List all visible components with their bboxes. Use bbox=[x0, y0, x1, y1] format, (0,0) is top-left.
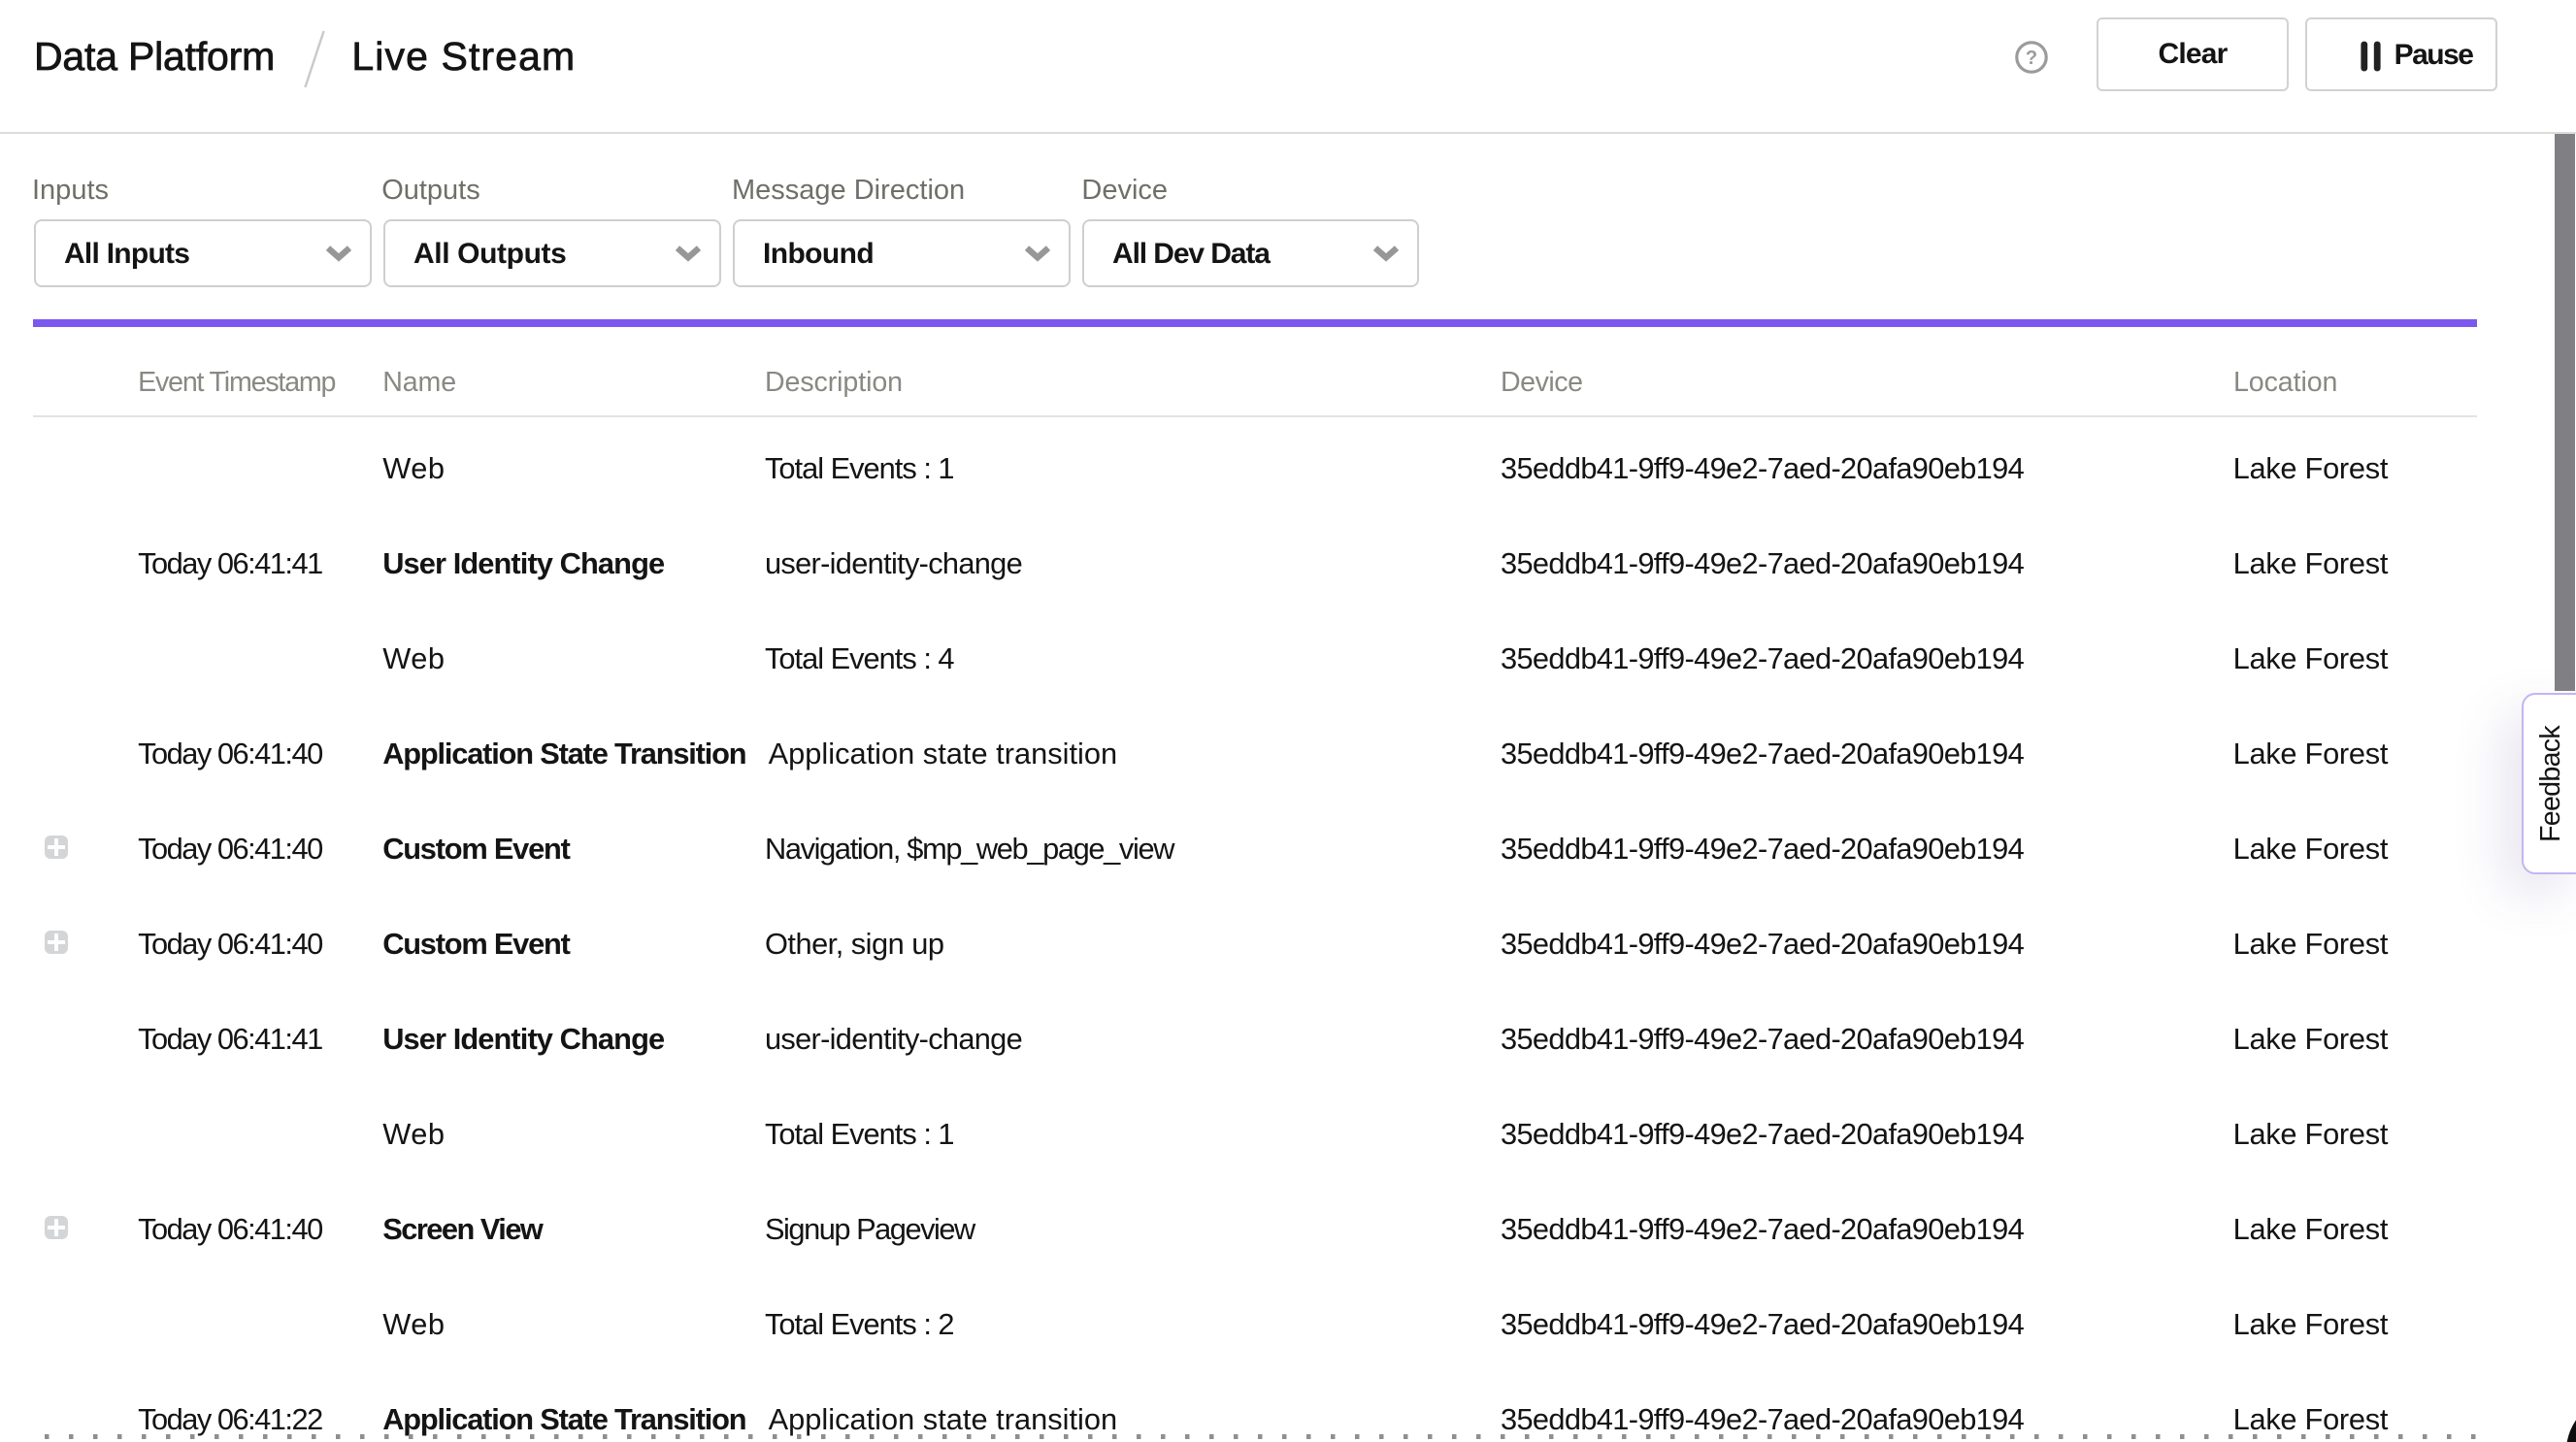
svg-text:?: ? bbox=[2026, 48, 2037, 69]
